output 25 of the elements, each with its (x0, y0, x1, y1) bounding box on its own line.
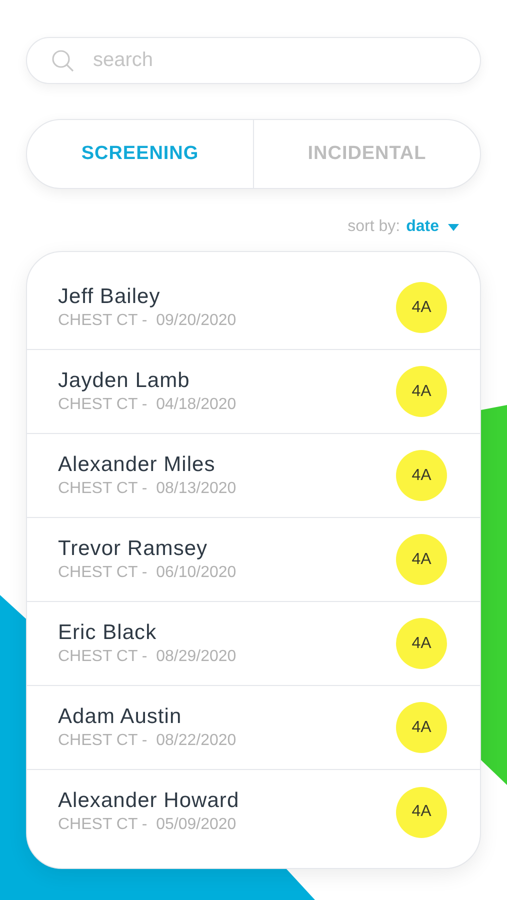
search-icon (51, 49, 75, 73)
exam-detail: CHEST CT - 05/09/2020 (58, 815, 238, 835)
patient-name[interactable]: Alexander Miles (58, 452, 396, 478)
search-field[interactable]: search (26, 37, 481, 84)
patient-name[interactable]: Trevor Ramsey (58, 536, 396, 562)
patient-name[interactable]: Eric Black (58, 620, 396, 646)
patient-name[interactable]: Adam Austin (58, 704, 396, 730)
exam-detail: CHEST CT - 09/20/2020 (58, 310, 238, 330)
patient-name[interactable]: Jeff Bailey (58, 284, 396, 310)
exam-detail: CHEST CT - 06/10/2020 (58, 562, 238, 582)
sort-label: sort by: (348, 217, 400, 237)
category-badge: 4A (396, 702, 447, 753)
category-badge: 4A (396, 618, 447, 669)
exam-detail: CHEST CT - 08/29/2020 (58, 646, 238, 666)
exam-detail: CHEST CT - 04/18/2020 (58, 394, 238, 414)
caret-icon (448, 224, 459, 230)
patient-name[interactable]: Alexander Howard (58, 788, 396, 814)
category-badge: 4A (396, 450, 447, 501)
exam-detail: CHEST CT - 08/22/2020 (58, 730, 238, 750)
category-badge: 4A (396, 282, 447, 333)
exam-detail: CHEST CT - 08/13/2020 (58, 478, 238, 498)
patient-name[interactable]: Jayden Lamb (58, 368, 396, 394)
category-badge: 4A (396, 786, 447, 838)
category-badge: 4A (396, 534, 447, 585)
category-badge: 4A (396, 366, 447, 417)
